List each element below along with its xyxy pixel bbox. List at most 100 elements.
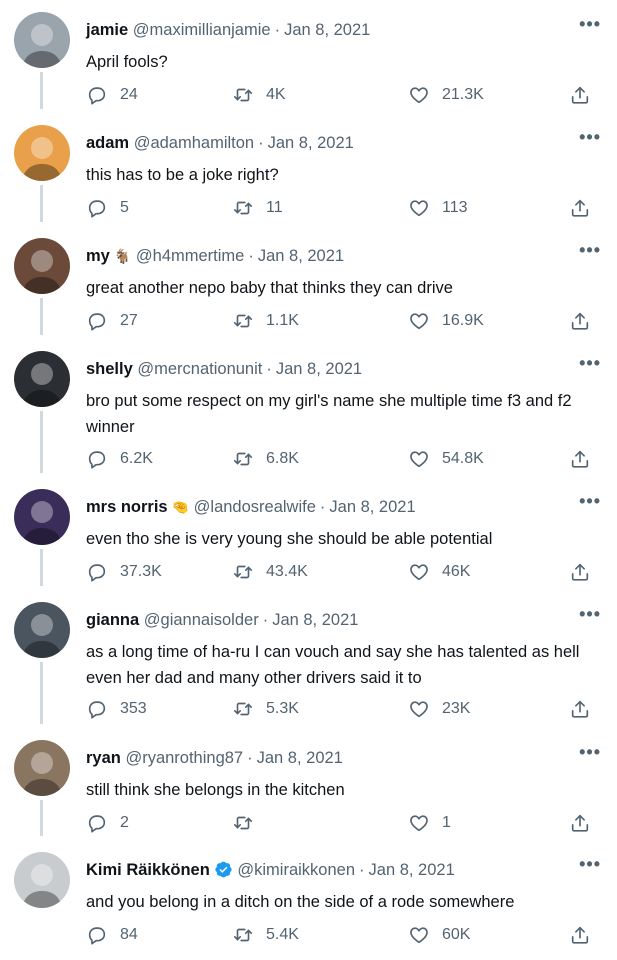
- display-name[interactable]: mrs norris: [86, 498, 168, 516]
- reply-count: 5: [120, 199, 129, 216]
- reply-button[interactable]: 27: [86, 310, 138, 332]
- more-options-icon[interactable]: •••: [579, 604, 601, 625]
- tweet-text: and you belong in a ditch on the side of…: [86, 893, 515, 911]
- avatar[interactable]: [14, 238, 70, 294]
- more-options-icon[interactable]: •••: [579, 742, 601, 763]
- retweet-button[interactable]: 6.8K: [232, 448, 299, 470]
- user-handle[interactable]: @landosrealwife: [194, 498, 316, 516]
- display-name[interactable]: adam: [86, 134, 129, 152]
- tweet-date[interactable]: Jan 8, 2021: [369, 861, 455, 879]
- more-options-icon[interactable]: •••: [579, 14, 601, 35]
- separator-dot: ·: [274, 21, 281, 39]
- tweet-actions: 84 5.4K 60K: [86, 924, 601, 950]
- share-icon: [569, 197, 591, 219]
- retweet-button[interactable]: 43.4K: [232, 561, 308, 583]
- tweet[interactable]: ryan @ryanrothing87 · Jan 8, 2021 ••• still …: [0, 728, 617, 840]
- heart-icon: [408, 812, 430, 834]
- like-button[interactable]: 1: [408, 812, 451, 834]
- user-handle[interactable]: @mercnationunit: [137, 360, 262, 378]
- share-button[interactable]: [569, 197, 591, 219]
- reply-button[interactable]: 2: [86, 812, 129, 834]
- share-button[interactable]: [569, 310, 591, 332]
- display-name[interactable]: gianna: [86, 611, 139, 629]
- retweet-count: 4K: [266, 86, 286, 103]
- share-button[interactable]: [569, 448, 591, 470]
- avatar[interactable]: [14, 351, 70, 407]
- like-button[interactable]: 46K: [408, 561, 470, 583]
- like-button[interactable]: 23K: [408, 698, 470, 720]
- retweet-button[interactable]: 5.4K: [232, 924, 299, 946]
- avatar[interactable]: [14, 489, 70, 545]
- retweet-button[interactable]: 1.1K: [232, 310, 299, 332]
- user-handle[interactable]: @ryanrothing87: [125, 749, 243, 767]
- separator-dot: ·: [266, 360, 272, 378]
- avatar[interactable]: [14, 852, 70, 908]
- reply-button[interactable]: 6.2K: [86, 448, 153, 470]
- tweet[interactable]: adam @adamhamilton · Jan 8, 2021 ••• this ha…: [0, 113, 617, 226]
- more-options-icon[interactable]: •••: [579, 854, 601, 875]
- like-button[interactable]: 113: [408, 197, 468, 219]
- reply-button[interactable]: 84: [86, 924, 138, 946]
- share-button[interactable]: [569, 561, 591, 583]
- retweet-count: 5.3K: [266, 700, 299, 717]
- user-handle[interactable]: @maximillianjamie: [133, 21, 271, 39]
- tweet-text: even tho she is very young she should be…: [86, 530, 493, 548]
- tweet-date[interactable]: Jan 8, 2021: [272, 611, 358, 629]
- tweet[interactable]: gianna @giannaisolder · Jan 8, 2021 ••• as a…: [0, 590, 617, 728]
- tweet[interactable]: Kimi Räikkönen @kimiraikkonen · Jan 8, 202…: [0, 840, 617, 960]
- more-options-icon[interactable]: •••: [579, 240, 601, 261]
- retweet-button[interactable]: 4K: [232, 84, 286, 106]
- share-button[interactable]: [569, 84, 591, 106]
- user-handle[interactable]: @h4mmertime: [136, 247, 244, 265]
- tweet-date[interactable]: Jan 8, 2021: [284, 21, 370, 39]
- share-button[interactable]: [569, 812, 591, 834]
- display-name[interactable]: shelly: [86, 360, 133, 378]
- tweet-date[interactable]: Jan 8, 2021: [268, 134, 354, 152]
- retweet-button[interactable]: 5.3K: [232, 698, 299, 720]
- more-options-icon[interactable]: •••: [579, 491, 601, 512]
- tweet-date[interactable]: Jan 8, 2021: [258, 247, 344, 265]
- display-name[interactable]: Kimi Räikkönen: [86, 861, 210, 879]
- tweet-date[interactable]: Jan 8, 2021: [257, 749, 343, 767]
- heart-icon: [408, 310, 430, 332]
- reply-button[interactable]: 5: [86, 197, 129, 219]
- retweet-button[interactable]: 11: [232, 197, 283, 219]
- like-button[interactable]: 60K: [408, 924, 470, 946]
- retweet-icon: [232, 197, 254, 219]
- tweet[interactable]: jamie @maximillianjamie · Jan 8, 2021 ••• Ap…: [0, 0, 617, 113]
- reply-button[interactable]: 37.3K: [86, 561, 162, 583]
- display-name[interactable]: ryan: [86, 749, 121, 767]
- like-button[interactable]: 21.3K: [408, 84, 484, 106]
- like-button[interactable]: 54.8K: [408, 448, 484, 470]
- tweet[interactable]: my 🐐 @h4mmertime · Jan 8, 2021 ••• great anot…: [0, 226, 617, 339]
- reply-button[interactable]: 353: [86, 698, 147, 720]
- user-handle[interactable]: @adamhamilton: [134, 134, 254, 152]
- user-handle[interactable]: @giannaisolder: [144, 611, 259, 629]
- reply-button[interactable]: 24: [86, 84, 138, 106]
- avatar[interactable]: [14, 740, 70, 796]
- avatar[interactable]: [14, 125, 70, 181]
- tweet-text: as a long time of ha-ru I can vouch and …: [86, 643, 580, 687]
- tweet[interactable]: shelly @mercnationunit · Jan 8, 2021 ••• bro…: [0, 339, 617, 477]
- retweet-button[interactable]: [232, 812, 266, 834]
- avatar[interactable]: [14, 602, 70, 658]
- share-button[interactable]: [569, 924, 591, 946]
- share-icon: [569, 924, 591, 946]
- reply-icon: [86, 924, 108, 946]
- display-name[interactable]: my: [86, 247, 110, 265]
- like-button[interactable]: 16.9K: [408, 310, 484, 332]
- tweet-header: my 🐐 @h4mmertime · Jan 8, 2021: [86, 245, 577, 267]
- display-name[interactable]: jamie: [86, 21, 128, 39]
- reply-count: 6.2K: [120, 450, 153, 467]
- more-options-icon[interactable]: •••: [579, 127, 601, 148]
- user-handle[interactable]: @kimiraikkonen: [237, 861, 355, 879]
- tweet-date[interactable]: Jan 8, 2021: [276, 360, 362, 378]
- tweet-header: jamie @maximillianjamie · Jan 8, 2021: [86, 19, 577, 41]
- avatar[interactable]: [14, 12, 70, 68]
- tweet[interactable]: mrs norris 🤏 @landosrealwife · Jan 8, 2021 •…: [0, 477, 617, 590]
- share-button[interactable]: [569, 698, 591, 720]
- retweet-count: 43.4K: [266, 563, 308, 580]
- tweet-date[interactable]: Jan 8, 2021: [329, 498, 415, 516]
- more-options-icon[interactable]: •••: [579, 353, 601, 374]
- tweet-actions: 21: [86, 812, 601, 838]
